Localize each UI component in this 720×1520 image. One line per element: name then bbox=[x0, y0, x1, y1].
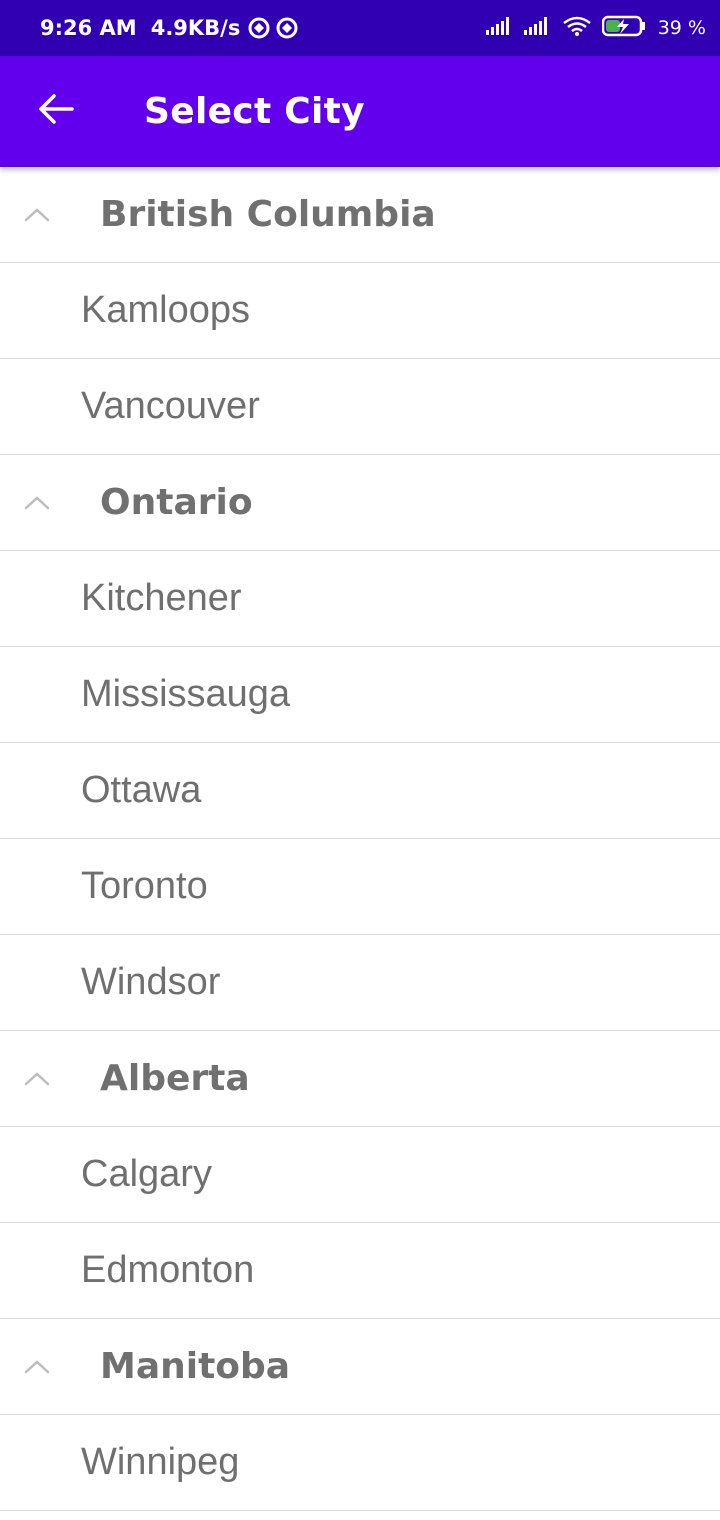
chevron-up-icon bbox=[22, 493, 52, 513]
sync-icon bbox=[248, 17, 270, 39]
city-list: British Columbia Kamloops Vancouver Onta… bbox=[0, 167, 720, 1511]
battery-percent: 39 % bbox=[657, 17, 706, 39]
network-speed: 4.9KB/s bbox=[150, 16, 241, 40]
city-label: Edmonton bbox=[81, 1249, 255, 1291]
city-item[interactable]: Winnipeg bbox=[0, 1415, 720, 1511]
city-label: Toronto bbox=[81, 865, 208, 907]
city-label: Vancouver bbox=[81, 385, 260, 427]
group-label: Manitoba bbox=[100, 1346, 291, 1387]
group-header-ontario[interactable]: Ontario bbox=[0, 455, 720, 551]
group-label: British Columbia bbox=[100, 194, 436, 235]
city-item[interactable]: Edmonton bbox=[0, 1223, 720, 1319]
city-label: Windsor bbox=[81, 961, 221, 1003]
back-button[interactable] bbox=[36, 92, 76, 132]
group-header-alberta[interactable]: Alberta bbox=[0, 1031, 720, 1127]
chevron-up-icon bbox=[22, 205, 52, 225]
chevron-up-icon bbox=[22, 1357, 52, 1377]
group-header-manitoba[interactable]: Manitoba bbox=[0, 1319, 720, 1415]
city-item[interactable]: Kitchener bbox=[0, 551, 720, 647]
group-label: Ontario bbox=[100, 482, 253, 523]
page-title: Select City bbox=[144, 91, 365, 132]
city-label: Mississauga bbox=[81, 673, 291, 715]
arrow-left-icon bbox=[38, 93, 74, 130]
city-label: Calgary bbox=[81, 1153, 212, 1195]
city-item[interactable]: Calgary bbox=[0, 1127, 720, 1223]
app-bar: Select City bbox=[0, 56, 720, 167]
city-item[interactable]: Windsor bbox=[0, 935, 720, 1031]
signal-icon bbox=[485, 16, 514, 41]
city-item[interactable]: Toronto bbox=[0, 839, 720, 935]
city-item[interactable]: Vancouver bbox=[0, 359, 720, 455]
city-label: Kamloops bbox=[81, 289, 250, 331]
city-item[interactable]: Ottawa bbox=[0, 743, 720, 839]
group-header-british-columbia[interactable]: British Columbia bbox=[0, 167, 720, 263]
sync-icon bbox=[276, 17, 298, 39]
status-bar: 9:26 AM 4.9KB/s 39 % bbox=[0, 0, 720, 56]
status-time: 9:26 AM bbox=[40, 16, 137, 40]
city-item[interactable]: Kamloops bbox=[0, 263, 720, 359]
battery-charging-icon bbox=[601, 15, 648, 42]
chevron-up-icon bbox=[22, 1069, 52, 1089]
signal-icon bbox=[523, 16, 552, 41]
city-label: Winnipeg bbox=[81, 1441, 240, 1483]
wifi-icon bbox=[562, 15, 592, 42]
city-item[interactable]: Mississauga bbox=[0, 647, 720, 743]
group-label: Alberta bbox=[100, 1058, 250, 1099]
city-label: Ottawa bbox=[81, 769, 202, 811]
city-label: Kitchener bbox=[81, 577, 242, 619]
